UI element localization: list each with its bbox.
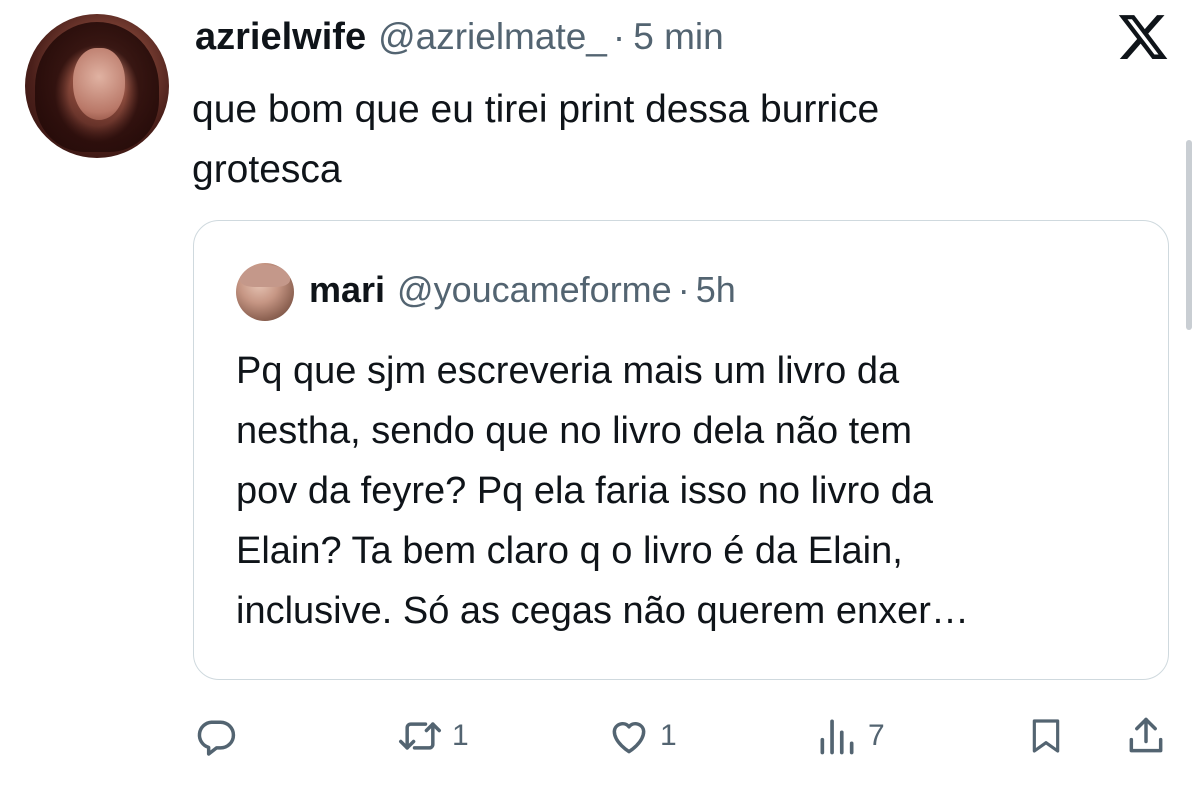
quoted-text-line: Elain? Ta bem claro q o livro é da Elain… [236,530,903,572]
reply-icon [197,720,236,756]
views-button[interactable]: 7 [814,706,885,766]
like-button[interactable]: 1 [606,706,677,766]
tweet-header: azrielwife @azrielmate_ · 5 min [195,16,724,62]
quoted-separator-dot: · [677,269,690,310]
share-icon [1129,717,1163,753]
user-handle[interactable]: @azrielmate_ [378,16,607,58]
quoted-text-line: nestha, sendo que no livro dela não tem [236,410,913,452]
avatar-face [73,48,125,120]
tweet-text-line: grotesca [192,148,342,191]
reply-button[interactable] [194,706,238,766]
x-logo-icon[interactable] [1116,10,1170,64]
quoted-avatar[interactable] [236,263,294,321]
share-button[interactable] [1124,706,1168,766]
repost-icon [399,722,441,750]
quoted-timestamp: 5h [695,269,736,310]
heart-icon [612,722,646,754]
quoted-text-line: pov da feyre? Pq ela faria isso no livro… [236,470,934,512]
bookmark-button[interactable] [1026,706,1066,766]
quoted-tweet[interactable]: mari @youcameforme · 5h Pq que sjm escre… [193,220,1169,680]
scrollbar[interactable] [1186,140,1192,330]
repost-button[interactable]: 1 [396,706,469,766]
avatar[interactable] [25,14,169,158]
bookmark-icon [1032,719,1060,753]
quoted-display-name: mari [309,269,386,310]
tweet-text: que bom que eu tirei print dessa burrice… [192,80,1092,200]
quoted-text-line: inclusive. Só as cegas não querem enxer… [236,590,969,632]
quoted-user-handle: @youcameforme [397,269,672,310]
quoted-tweet-header: mari @youcameforme · 5h [309,269,736,311]
quoted-text-line: Pq que sjm escreveria mais um livro da [236,350,900,392]
quoted-tweet-text: Pq que sjm escreveria mais um livro da n… [236,341,1136,641]
views-icon [820,719,854,755]
tweet-timestamp[interactable]: 5 min [633,16,723,58]
separator-dot: · [612,16,626,57]
like-count: 1 [660,719,677,752]
tweet[interactable]: azrielwife @azrielmate_ · 5 min que bom … [0,0,1200,798]
views-count: 7 [868,719,885,752]
display-name[interactable]: azrielwife [195,16,366,59]
tweet-text-line: que bom que eu tirei print dessa burrice [192,88,880,131]
action-bar: 1 1 7 [0,706,1200,766]
repost-count: 1 [452,719,469,752]
quoted-avatar-scarf [240,265,290,287]
